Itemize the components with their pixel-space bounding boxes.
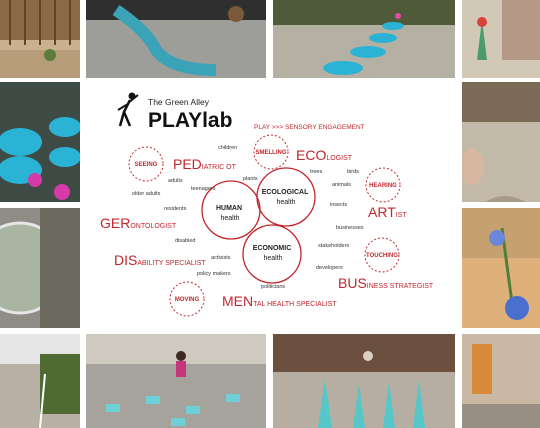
- photo-blue-flowers: [462, 208, 540, 328]
- ecological-label: ECOLOGICAL: [262, 189, 309, 196]
- artist-big: ART: [368, 204, 396, 220]
- kw-animals: animals: [332, 182, 351, 188]
- sense-touching: TOUCHING: [366, 253, 398, 259]
- svg-text:ECOLOGIST: ECOLOGIST: [296, 147, 353, 163]
- svg-text:ARTIST: ARTIST: [368, 204, 407, 220]
- kw-policy-makers: policy makers: [197, 271, 231, 277]
- economic-sub: health: [263, 255, 282, 262]
- svg-text:PEDIATRIC OT: PEDIATRIC OT: [173, 156, 237, 172]
- pediatric-small: IATRIC OT: [202, 164, 237, 171]
- kw-plants: plants: [243, 176, 258, 182]
- mental-small: TAL HEALTH SPECIALIST: [253, 301, 337, 308]
- economic-label: ECONOMIC: [253, 245, 292, 252]
- kw-residents: residents: [164, 206, 187, 212]
- diagram-canvas: The Green Alley PLAYlab PLAY >>> SENSORY…: [100, 92, 434, 317]
- disability-big: DIS: [114, 252, 137, 268]
- photo-orange-wall: [462, 334, 540, 428]
- artist-small: IST: [396, 212, 408, 219]
- kw-children: children: [218, 145, 237, 151]
- header-tagline: PLAY >>> SENSORY ENGAGEMENT: [254, 124, 365, 131]
- svg-text:DISABILITY SPECIALIST: DISABILITY SPECIALIST: [114, 252, 206, 268]
- photo-tire-planters: [273, 0, 455, 78]
- kw-older-adults: older adults: [132, 191, 161, 197]
- photo-sidewalk-path: [0, 334, 80, 428]
- header-subtitle: The Green Alley: [148, 97, 210, 107]
- business-big: BUS: [338, 275, 367, 291]
- photo-traffic-cones: [273, 334, 455, 428]
- header-title: PLAYlab: [148, 109, 232, 132]
- svg-text:GERONTOLOGIST: GERONTOLOGIST: [100, 215, 177, 231]
- photo-alley-fence: [0, 0, 80, 78]
- economic-health-circle: [242, 224, 302, 284]
- sense-smelling: SMELLING: [256, 150, 287, 156]
- photo-stacked-tires: [0, 82, 80, 202]
- ecologist-small: LOGIST: [326, 155, 352, 162]
- kw-politicians: politicians: [261, 284, 285, 290]
- ecological-sub: health: [276, 199, 295, 206]
- kw-activists: activists: [211, 255, 231, 261]
- kw-businesses: businesses: [336, 225, 364, 231]
- kw-teenagers: teenagers: [191, 186, 216, 192]
- mental-big: MEN: [222, 293, 253, 309]
- disability-small: ABILITY SPECIALIST: [137, 260, 206, 267]
- ecological-health-circle: [256, 167, 316, 227]
- kw-adults: adults: [168, 178, 183, 184]
- svg-text:MENTAL HEALTH SPECIALIST: MENTAL HEALTH SPECIALIST: [222, 293, 337, 309]
- photo-mural-wall: [462, 0, 540, 78]
- gerontologist-small: ONTOLOGIST: [130, 223, 176, 230]
- pediatric-big: PED: [173, 156, 202, 172]
- photo-snake-sculpture: [86, 0, 266, 78]
- sense-hearing: HEARING: [369, 183, 397, 189]
- gerontologist-big: GER: [100, 215, 130, 231]
- sense-seeing: SEEING: [135, 162, 158, 168]
- kw-trees: trees: [310, 169, 322, 175]
- svg-text:ECONOMIC health: ECONOMIC health: [253, 245, 293, 262]
- business-small: INESS STRATEGIST: [367, 283, 434, 290]
- svg-text:BUSINESS STRATEGIST: BUSINESS STRATEGIST: [338, 275, 434, 291]
- photo-glass-sphere: [0, 208, 80, 328]
- kw-insects: insects: [330, 202, 347, 208]
- kw-birds: birds: [347, 169, 359, 175]
- svg-text:ECOLOGICAL health: ECOLOGICAL health: [262, 189, 311, 206]
- photo-child-hopscotch: [86, 334, 266, 428]
- kw-developers: developers: [316, 265, 343, 271]
- kw-stakeholders: stakeholders: [318, 243, 349, 249]
- kw-disabled: disabled: [175, 238, 196, 244]
- human-label: HUMAN: [216, 205, 242, 212]
- human-sub: health: [220, 215, 239, 222]
- photo-fence-shadow: [462, 82, 540, 202]
- jumping-figure-logo: [117, 92, 139, 127]
- ecologist-big: ECO: [296, 147, 326, 163]
- svg-text:HUMAN health: HUMAN health: [216, 205, 244, 222]
- sense-moving: MOVING: [175, 297, 200, 303]
- playlab-diagram-panel: The Green Alley PLAYlab PLAY >>> SENSORY…: [86, 82, 458, 329]
